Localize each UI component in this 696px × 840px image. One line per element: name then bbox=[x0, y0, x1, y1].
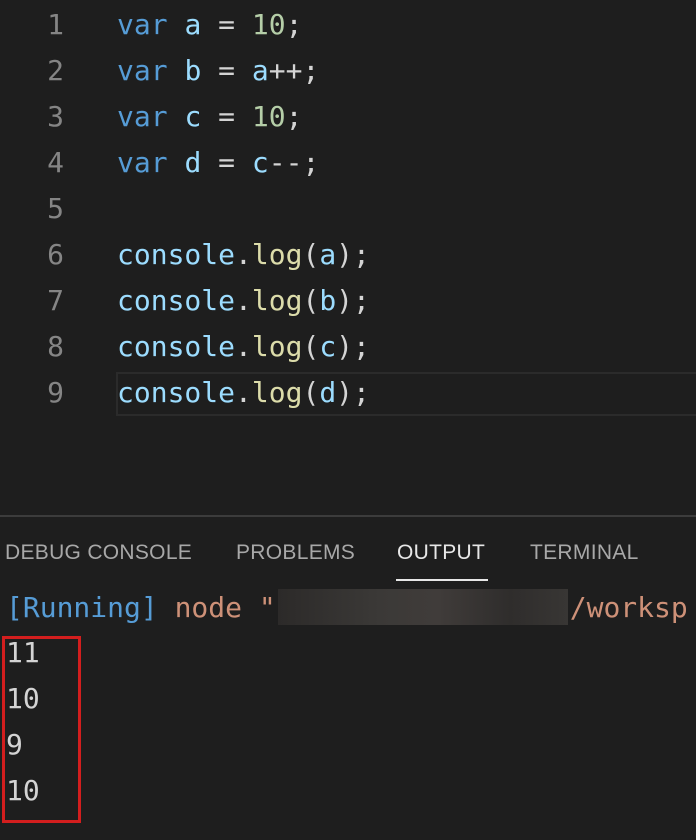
code-text[interactable]: console.log(b); bbox=[117, 284, 370, 318]
punctuation-token: . bbox=[235, 284, 252, 317]
line-number: 8 bbox=[47, 330, 64, 363]
code-line-8[interactable]: 8 console.log(c); bbox=[0, 324, 696, 370]
variable-token: a bbox=[251, 54, 269, 87]
code-text[interactable]: var d = c--; bbox=[117, 146, 319, 180]
tab-output[interactable]: OUTPUT bbox=[397, 541, 485, 565]
line-number: 9 bbox=[47, 376, 64, 409]
punctuation-token: ( bbox=[302, 238, 320, 271]
tab-debug-console[interactable]: DEBUG CONSOLE bbox=[5, 541, 192, 565]
code-text[interactable]: var a = 10; bbox=[117, 8, 302, 42]
active-tab-indicator bbox=[396, 579, 488, 581]
variable-token: b bbox=[184, 54, 202, 87]
code-text[interactable]: console.log(a); bbox=[117, 238, 370, 272]
code-line-3[interactable]: 3 var c = 10; bbox=[0, 94, 696, 140]
object-token: console bbox=[117, 238, 236, 271]
code-text[interactable]: console.log(c); bbox=[117, 330, 370, 364]
running-tag: [Running] bbox=[6, 591, 158, 624]
argument-token: c bbox=[319, 330, 337, 363]
function-token: log bbox=[251, 238, 303, 271]
punctuation-token: ); bbox=[336, 330, 370, 363]
code-text[interactable]: var c = 10; bbox=[117, 100, 302, 134]
operator-token: = bbox=[201, 54, 252, 87]
command-prefix: node " bbox=[157, 591, 276, 624]
object-token: console bbox=[117, 284, 236, 317]
code-editor[interactable]: 1 var a = 10; 2 var b = a++; 3 var c = 1… bbox=[0, 0, 696, 515]
punctuation-token: ( bbox=[302, 376, 320, 409]
code-line-9[interactable]: 9 console.log(d); bbox=[0, 370, 696, 416]
line-number: 4 bbox=[47, 146, 64, 179]
code-line-5[interactable]: 5 bbox=[0, 186, 696, 232]
output-highlight-box bbox=[2, 636, 81, 823]
redacted-path bbox=[277, 589, 568, 625]
command-suffix: /worksp bbox=[569, 591, 688, 624]
tab-terminal[interactable]: TERMINAL bbox=[530, 541, 639, 565]
punctuation-token: . bbox=[235, 238, 252, 271]
punctuation-token: ( bbox=[302, 330, 320, 363]
punctuation-token: ); bbox=[336, 376, 370, 409]
punctuation-token: ; bbox=[285, 8, 303, 41]
punctuation-token: . bbox=[235, 330, 252, 363]
tab-problems[interactable]: PROBLEMS bbox=[236, 541, 355, 565]
operator-token: = bbox=[201, 8, 252, 41]
line-number: 1 bbox=[47, 8, 64, 41]
code-line-7[interactable]: 7 console.log(b); bbox=[0, 278, 696, 324]
function-token: log bbox=[251, 330, 303, 363]
operator-token: = bbox=[201, 146, 252, 179]
punctuation-token: ; bbox=[302, 54, 320, 87]
code-line-1[interactable]: 1 var a = 10; bbox=[0, 2, 696, 48]
output-running-line: [Running] node " /worksp bbox=[6, 589, 688, 625]
bottom-panel: DEBUG CONSOLE PROBLEMS OUTPUT TERMINAL [… bbox=[0, 517, 696, 840]
line-number: 3 bbox=[47, 100, 64, 133]
code-text[interactable]: var b = a++; bbox=[117, 54, 319, 88]
line-number: 5 bbox=[47, 192, 64, 225]
punctuation-token: . bbox=[235, 376, 252, 409]
variable-token: a bbox=[184, 8, 202, 41]
code-line-4[interactable]: 4 var d = c--; bbox=[0, 140, 696, 186]
line-number: 6 bbox=[47, 238, 64, 271]
punctuation-token: ); bbox=[336, 238, 370, 271]
operator-token: -- bbox=[268, 146, 303, 179]
variable-token: d bbox=[184, 146, 202, 179]
keyword-token: var bbox=[117, 8, 168, 41]
keyword-token: var bbox=[117, 146, 168, 179]
keyword-token: var bbox=[117, 100, 168, 133]
number-token: 10 bbox=[251, 8, 286, 41]
object-token: console bbox=[117, 376, 236, 409]
code-text[interactable]: console.log(d); bbox=[117, 376, 370, 410]
punctuation-token: ); bbox=[336, 284, 370, 317]
number-token: 10 bbox=[251, 100, 286, 133]
variable-token: c bbox=[251, 146, 269, 179]
punctuation-token: ; bbox=[285, 100, 303, 133]
punctuation-token: ( bbox=[302, 284, 320, 317]
operator-token: = bbox=[201, 100, 252, 133]
variable-token: c bbox=[184, 100, 202, 133]
function-token: log bbox=[251, 284, 303, 317]
keyword-token: var bbox=[117, 54, 168, 87]
argument-token: d bbox=[319, 376, 337, 409]
argument-token: a bbox=[319, 238, 337, 271]
operator-token: ++ bbox=[268, 54, 303, 87]
line-number: 7 bbox=[47, 284, 64, 317]
punctuation-token: ; bbox=[302, 146, 320, 179]
code-line-6[interactable]: 6 console.log(a); bbox=[0, 232, 696, 278]
object-token: console bbox=[117, 330, 236, 363]
code-line-2[interactable]: 2 var b = a++; bbox=[0, 48, 696, 94]
argument-token: b bbox=[319, 284, 337, 317]
line-number: 2 bbox=[47, 54, 64, 87]
function-token: log bbox=[251, 376, 303, 409]
